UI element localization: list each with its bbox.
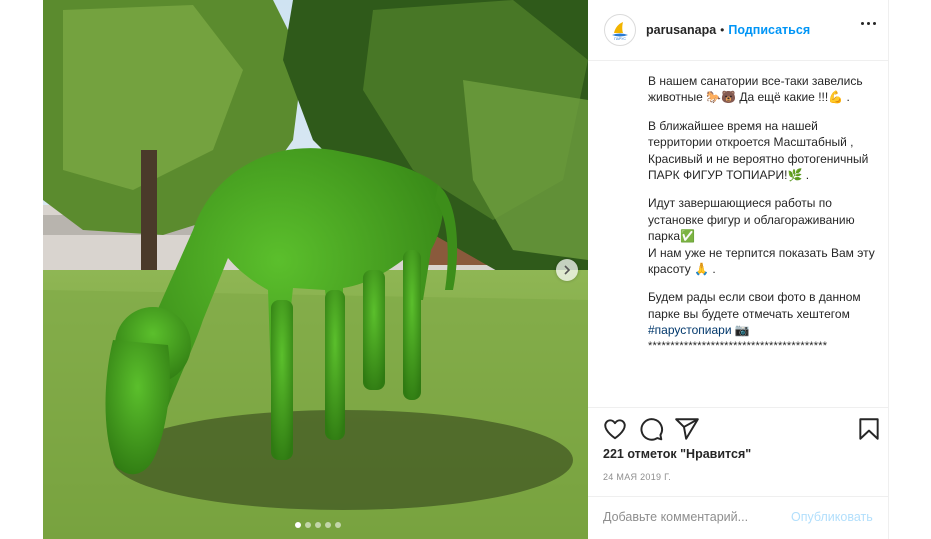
post-side-panel: ПАРУС parusanapa • Подписаться В нашем с… [588,0,889,539]
carousel-dot [325,522,331,528]
carousel-dot [335,522,341,528]
carousel-dot [295,522,301,528]
brand-logo-icon: ПАРУС [608,18,632,42]
post-actions [602,416,882,444]
post-photo[interactable] [43,0,588,539]
svg-text:ПАРУС: ПАРУС [614,37,626,41]
post-header: ПАРУС parusanapa • Подписаться [588,0,888,61]
heart-icon[interactable] [602,416,628,442]
topiary-horse-image [43,0,588,539]
username-link[interactable]: parusanapa [646,23,716,37]
post-date: 24 МАЯ 2019 Г. [603,472,672,482]
follow-button[interactable]: Подписаться [728,23,810,37]
caption-paragraph: В ближайшее время на нашей территории от… [648,118,869,183]
likes-count[interactable]: 221 отметок "Нравится" [603,447,751,461]
next-slide-button[interactable] [556,259,578,281]
comment-icon[interactable] [638,416,664,442]
header-separator: • [720,23,725,37]
section-divider [588,407,888,408]
carousel-indicator [295,522,341,528]
caption-line: И нам уже не терпится показать Вам эту к… [648,245,875,277]
comment-input[interactable] [603,507,793,527]
caption-line: Будем рады если свои фото в данном парке… [648,290,861,321]
caption-line: Идут завершающиеся работы по установке ф… [648,196,855,244]
carousel-dot [305,522,311,528]
more-options-icon[interactable] [861,22,876,25]
camera-emoji: 📷 [731,323,750,338]
chevron-right-icon [564,265,571,275]
avatar[interactable]: ПАРУС [604,14,636,46]
post-caption: В нашем санатории все-таки завелись живо… [648,62,876,398]
publish-button[interactable]: Опубликовать [791,510,873,524]
share-icon[interactable] [674,416,700,442]
carousel-dot [315,522,321,528]
bookmark-icon[interactable] [856,416,882,442]
caption-paragraph: В нашем санатории все-таки завелись живо… [648,74,863,105]
caption-paragraph: Идут завершающиеся работы по установке ф… [648,195,876,277]
section-divider [588,496,888,497]
hashtag-link[interactable]: #парустопиари [648,323,732,337]
caption-paragraph: Будем рады если свои фото в данном парке… [648,289,876,338]
caption-divider-stars: **************************************** [648,339,828,352]
